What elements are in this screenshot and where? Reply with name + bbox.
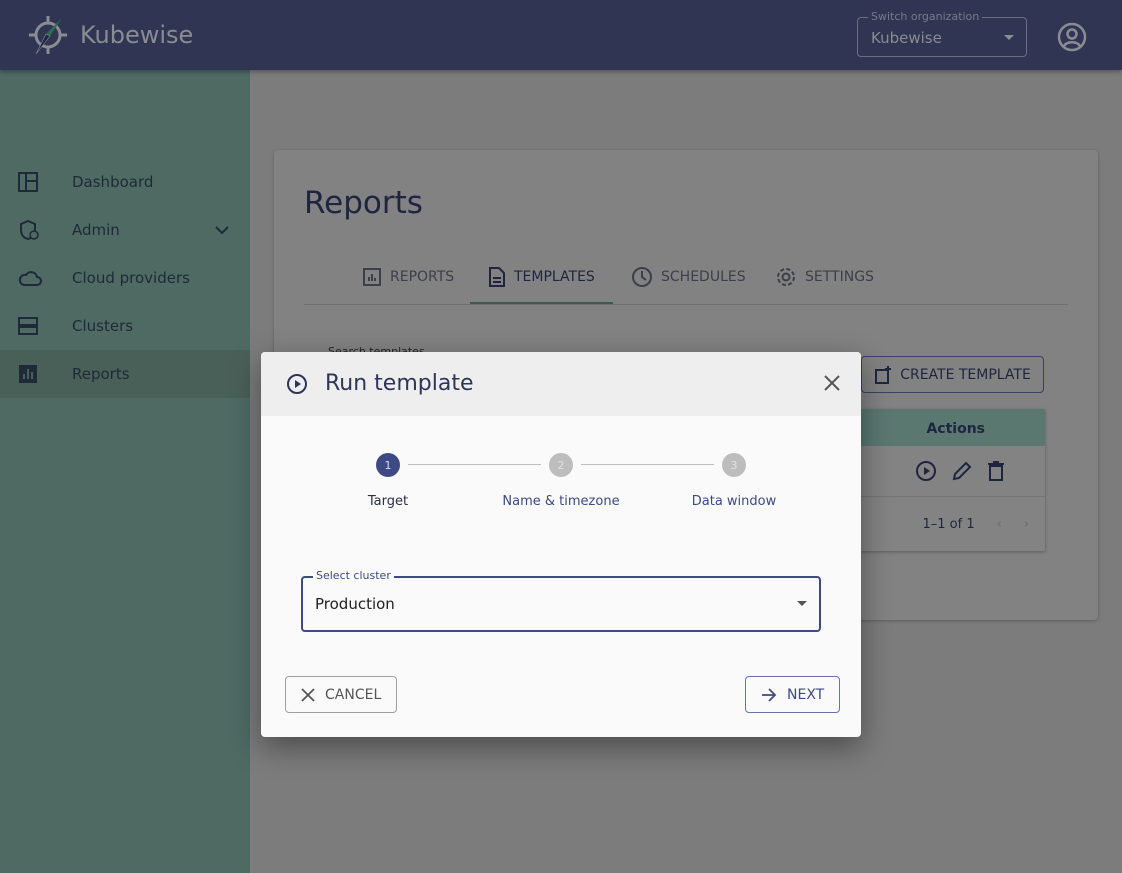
next-button[interactable]: NEXT bbox=[745, 676, 841, 713]
step-connector bbox=[408, 464, 541, 465]
select-cluster-field[interactable]: Select cluster Production bbox=[301, 569, 821, 632]
tab-label: SETTINGS bbox=[805, 269, 874, 285]
compass-logo-icon bbox=[29, 16, 67, 55]
clock-icon bbox=[632, 267, 652, 287]
dialog-header: Run template bbox=[261, 352, 861, 416]
step-1-indicator: 1 bbox=[376, 453, 400, 477]
org-switch-select[interactable]: Switch organization Kubewise bbox=[857, 10, 1027, 57]
edit-pencil-icon[interactable] bbox=[951, 460, 973, 482]
pagination: 1–1 of 1 ‹ › bbox=[860, 497, 1045, 551]
reports-chart-icon bbox=[19, 365, 37, 383]
sidebar-item-reports[interactable]: Reports bbox=[0, 350, 250, 398]
sidebar-item-label: Admin bbox=[72, 221, 120, 239]
templates-table: Actions 1–1 of 1 ‹ › bbox=[860, 409, 1045, 551]
sidebar-item-label: Reports bbox=[72, 365, 130, 383]
step-connector bbox=[581, 464, 714, 465]
tab-reports[interactable]: REPORTS bbox=[362, 258, 454, 296]
app-header: Kubewise Switch organization Kubewise bbox=[0, 0, 1122, 70]
cancel-button[interactable]: CANCEL bbox=[285, 676, 398, 713]
pagination-range: 1–1 of 1 bbox=[922, 516, 975, 532]
cancel-label: CANCEL bbox=[325, 686, 382, 703]
sidebar-item-cloud-providers[interactable]: Cloud providers bbox=[0, 254, 250, 302]
run-template-dialog: Run template 1 2 3 Target Name & timezon… bbox=[261, 352, 861, 737]
chevron-right-icon[interactable]: › bbox=[1024, 517, 1029, 532]
dialog-title: Run template bbox=[325, 371, 474, 396]
step-2-indicator: 2 bbox=[549, 453, 573, 477]
cloud-icon bbox=[18, 271, 42, 286]
arrow-right-icon bbox=[762, 687, 777, 702]
sidebar-item-dashboard[interactable]: Dashboard bbox=[0, 158, 250, 206]
tab-templates[interactable]: TEMPLATES bbox=[488, 258, 595, 296]
step-3-label: Data window bbox=[691, 494, 777, 509]
sidebar-item-clusters[interactable]: Clusters bbox=[0, 302, 250, 350]
dropdown-caret-icon bbox=[797, 601, 807, 611]
org-switch-value: Kubewise bbox=[871, 29, 942, 47]
sidebar-item-admin[interactable]: Admin bbox=[0, 206, 250, 254]
server-icon bbox=[18, 317, 38, 335]
close-icon[interactable] bbox=[821, 372, 843, 394]
close-icon bbox=[301, 687, 315, 702]
org-switch-label: Switch organization bbox=[868, 10, 983, 23]
note-add-icon bbox=[875, 365, 892, 384]
tab-schedules[interactable]: SCHEDULES bbox=[631, 258, 746, 296]
brand-logo[interactable]: Kubewise bbox=[26, 12, 193, 58]
create-template-label: CREATE TEMPLATE bbox=[900, 366, 1031, 383]
create-template-button[interactable]: CREATE TEMPLATE bbox=[861, 356, 1044, 393]
sidebar: Dashboard Admin Cloud providers Clusters… bbox=[0, 70, 250, 873]
next-label: NEXT bbox=[787, 686, 825, 703]
step-2-label: Name & timezone bbox=[502, 494, 620, 509]
tab-settings[interactable]: SETTINGS bbox=[775, 258, 874, 296]
dashboard-icon bbox=[18, 172, 38, 192]
document-icon bbox=[489, 267, 505, 287]
select-cluster-value: Production bbox=[315, 595, 395, 613]
chart-icon bbox=[363, 268, 381, 286]
chevron-left-icon[interactable]: ‹ bbox=[997, 517, 1002, 532]
delete-trash-icon[interactable] bbox=[987, 460, 1005, 482]
tabs-divider bbox=[304, 304, 1068, 305]
active-tab-indicator bbox=[470, 302, 613, 304]
gear-icon bbox=[777, 268, 795, 286]
tab-label: TEMPLATES bbox=[514, 269, 595, 285]
step-1-label: Target bbox=[367, 494, 409, 509]
play-icon[interactable] bbox=[915, 460, 937, 482]
table-row bbox=[860, 446, 1045, 497]
page-title: Reports bbox=[304, 185, 423, 221]
sidebar-item-label: Clusters bbox=[72, 317, 134, 335]
sidebar-item-label: Dashboard bbox=[72, 173, 154, 191]
brand-name: Kubewise bbox=[80, 21, 194, 49]
account-icon[interactable] bbox=[1057, 22, 1087, 52]
chevron-down-icon bbox=[215, 226, 229, 235]
tab-label: SCHEDULES bbox=[661, 269, 746, 285]
actions-column-header: Actions bbox=[860, 409, 1045, 446]
step-3-indicator: 3 bbox=[722, 453, 746, 477]
sidebar-item-label: Cloud providers bbox=[72, 269, 190, 287]
select-cluster-label: Select cluster bbox=[313, 569, 394, 582]
dropdown-caret-icon bbox=[1004, 35, 1014, 45]
admin-shield-icon bbox=[20, 219, 39, 241]
tab-label: REPORTS bbox=[390, 269, 455, 285]
play-circle-icon bbox=[287, 374, 307, 394]
